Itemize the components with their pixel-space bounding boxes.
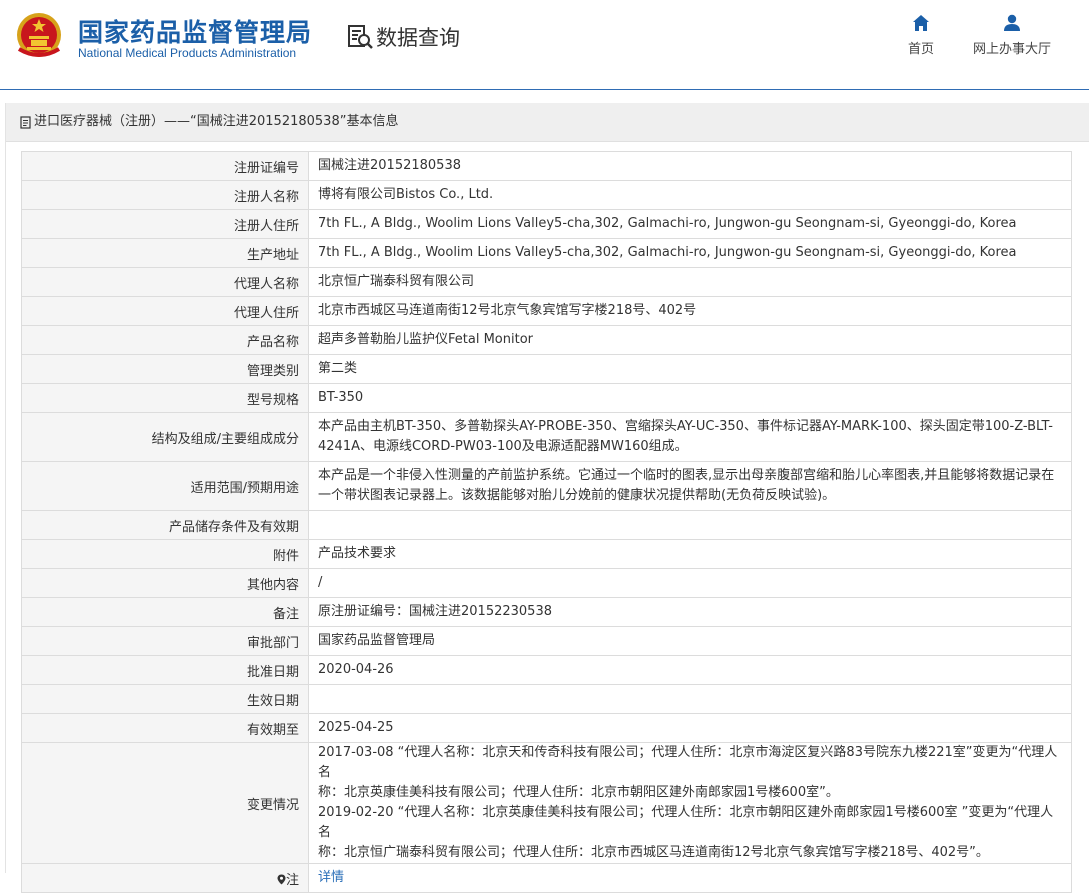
- detail-panel: 进口医疗器械（注册）——“国械注进20152180538”基本信息 注册证编号国…: [5, 103, 1089, 893]
- row-value: 第二类: [308, 354, 1072, 384]
- row-value: [308, 510, 1072, 540]
- table-row: 备注 原注册证编号：国械注进20152230538: [21, 597, 1072, 627]
- info-table: 注册证编号 国械注进20152180538 注册人名称 博将有限公司Bistos Co…: [21, 151, 1072, 893]
- row-label: 注册人名称: [21, 180, 309, 210]
- national-emblem-icon: [17, 13, 61, 57]
- table-row: 管理类别 第二类: [21, 354, 1072, 384]
- row-value: 北京市西城区马连道南街12号北京气象宾馆写字楼218号、402号: [308, 296, 1072, 326]
- data-query-label: 数据查询: [376, 26, 460, 50]
- change-line: 称：北京英康佳美科技有限公司；代理人住所：北京市朝阳区建外南郎家园1号楼600室…: [318, 785, 839, 800]
- row-value: 超声多普勒胎儿监护仪Fetal Monitor: [308, 325, 1072, 355]
- panel-title: 进口医疗器械（注册）——“国械注进20152180538”基本信息: [6, 103, 1089, 142]
- row-value: 2020-04-26: [308, 655, 1072, 685]
- row-label: 结构及组成/主要组成成分: [21, 412, 309, 462]
- pin-icon: [277, 874, 286, 884]
- row-label: 注册人住所: [21, 209, 309, 239]
- row-value: /: [308, 568, 1072, 598]
- table-row: 注册人住所 7th FL., A Bldg., Woolim Lions Vall…: [21, 209, 1072, 239]
- row-label: 产品储存条件及有效期: [21, 510, 309, 540]
- site-name-en: National Medical Products Administration: [78, 46, 297, 60]
- change-line: 2019-02-20 “代理人名称：北京英康佳美科技有限公司；代理人住所：北京市…: [318, 805, 1054, 840]
- table-row: 适用范围/预期用途 本产品是一个非侵入性测量的产前监护系统。它通过一个临时的图表,…: [21, 461, 1072, 511]
- note-label-cell: 注: [21, 863, 309, 893]
- panel-title-text: 进口医疗器械（注册）——“国械注进20152180538”基本信息: [34, 114, 399, 129]
- row-label: 附件: [21, 539, 309, 569]
- table-row: 型号规格 BT-350: [21, 383, 1072, 413]
- table-row: 代理人名称 北京恒广瑞泰科贸有限公司: [21, 267, 1072, 297]
- table-row: 审批部门 国家药品监督管理局: [21, 626, 1072, 656]
- home-icon: [913, 15, 929, 31]
- table-row: 结构及组成/主要组成成分 本产品由主机BT-350、多普勒探头AY-PROBE-3…: [21, 412, 1072, 462]
- row-value: 国家药品监督管理局: [308, 626, 1072, 656]
- table-row: 有效期至 2025-04-25: [21, 713, 1072, 743]
- change-details: 2017-03-08 “代理人名称：北京天和传奇科技有限公司；代理人住所：北京市…: [308, 742, 1072, 864]
- table-row: 生产地址 7th FL., A Bldg., Woolim Lions Valle…: [21, 238, 1072, 268]
- table-row: 其他内容 /: [21, 568, 1072, 598]
- row-value: 本产品由主机BT-350、多普勒探头AY-PROBE-350、宫缩探头AY-UC…: [308, 412, 1072, 462]
- table-row: 注册证编号 国械注进20152180538: [21, 151, 1072, 181]
- row-label: 型号规格: [21, 383, 309, 413]
- row-label: 生效日期: [21, 684, 309, 714]
- row-label: 管理类别: [21, 354, 309, 384]
- table-row: 代理人住所 北京市西城区马连道南街12号北京气象宾馆写字楼218号、402号: [21, 296, 1072, 326]
- table-row: 生效日期: [21, 684, 1072, 714]
- nav-online-hall[interactable]: 网上办事大厅: [965, 14, 1059, 57]
- row-label: 产品名称: [21, 325, 309, 355]
- table-row: 注册人名称 博将有限公司Bistos Co., Ltd.: [21, 180, 1072, 210]
- row-label: 其他内容: [21, 568, 309, 598]
- row-value: [308, 684, 1072, 714]
- nav-online-hall-label: 网上办事大厅: [972, 42, 1051, 57]
- row-value: 北京恒广瑞泰科贸有限公司: [308, 267, 1072, 297]
- table-row: 产品储存条件及有效期: [21, 510, 1072, 540]
- row-label: 备注: [21, 597, 309, 627]
- site-name-cn: 国家药品监督管理局: [78, 18, 313, 47]
- row-value: 2025-04-25: [308, 713, 1072, 743]
- change-line: 称：北京恒广瑞泰科贸有限公司；代理人住所：北京市西城区马连道南街12号北京气象宾…: [318, 845, 989, 860]
- row-value: BT-350: [308, 383, 1072, 413]
- row-label: 批准日期: [21, 655, 309, 685]
- row-label: 注册证编号: [21, 151, 309, 181]
- row-value: 7th FL., A Bldg., Woolim Lions Valley5-c…: [308, 238, 1072, 268]
- table-row: 附件 产品技术要求: [21, 539, 1072, 569]
- row-value: 产品技术要求: [308, 539, 1072, 569]
- nav-home[interactable]: 首页: [898, 14, 944, 57]
- row-label: 生产地址: [21, 238, 309, 268]
- note-value-cell: 详情: [308, 863, 1072, 893]
- row-label: 代理人名称: [21, 267, 309, 297]
- table-row: 产品名称 超声多普勒胎儿监护仪Fetal Monitor: [21, 325, 1072, 355]
- site-header: 国家药品监督管理局 National Medical Products Admi…: [0, 0, 1089, 90]
- table-row: 批准日期 2020-04-26: [21, 655, 1072, 685]
- table-row-note: 注 详情: [21, 863, 1072, 893]
- nav-home-label: 首页: [907, 42, 934, 57]
- details-link[interactable]: 详情: [318, 870, 344, 885]
- row-value: 本产品是一个非侵入性测量的产前监护系统。它通过一个临时的图表,显示出母亲腹部宫缩…: [308, 461, 1072, 511]
- search-document-icon: [348, 25, 373, 49]
- row-value: 7th FL., A Bldg., Woolim Lions Valley5-c…: [308, 209, 1072, 239]
- document-icon: [20, 115, 31, 129]
- user-icon: [1004, 14, 1020, 31]
- data-query-heading: 数据查询: [346, 22, 460, 52]
- row-value: 博将有限公司Bistos Co., Ltd.: [308, 180, 1072, 210]
- row-label: 代理人住所: [21, 296, 309, 326]
- row-label: 适用范围/预期用途: [21, 461, 309, 511]
- row-value: 国械注进20152180538: [308, 151, 1072, 181]
- row-label: 变更情况: [21, 742, 309, 864]
- row-label: 审批部门: [21, 626, 309, 656]
- table-row-change: 变更情况 2017-03-08 “代理人名称：北京天和传奇科技有限公司；代理人住…: [21, 742, 1072, 864]
- note-label: 注: [285, 872, 299, 888]
- row-value: 原注册证编号：国械注进20152230538: [308, 597, 1072, 627]
- row-label: 有效期至: [21, 713, 309, 743]
- change-line: 2017-03-08 “代理人名称：北京天和传奇科技有限公司；代理人住所：北京市…: [318, 745, 1058, 780]
